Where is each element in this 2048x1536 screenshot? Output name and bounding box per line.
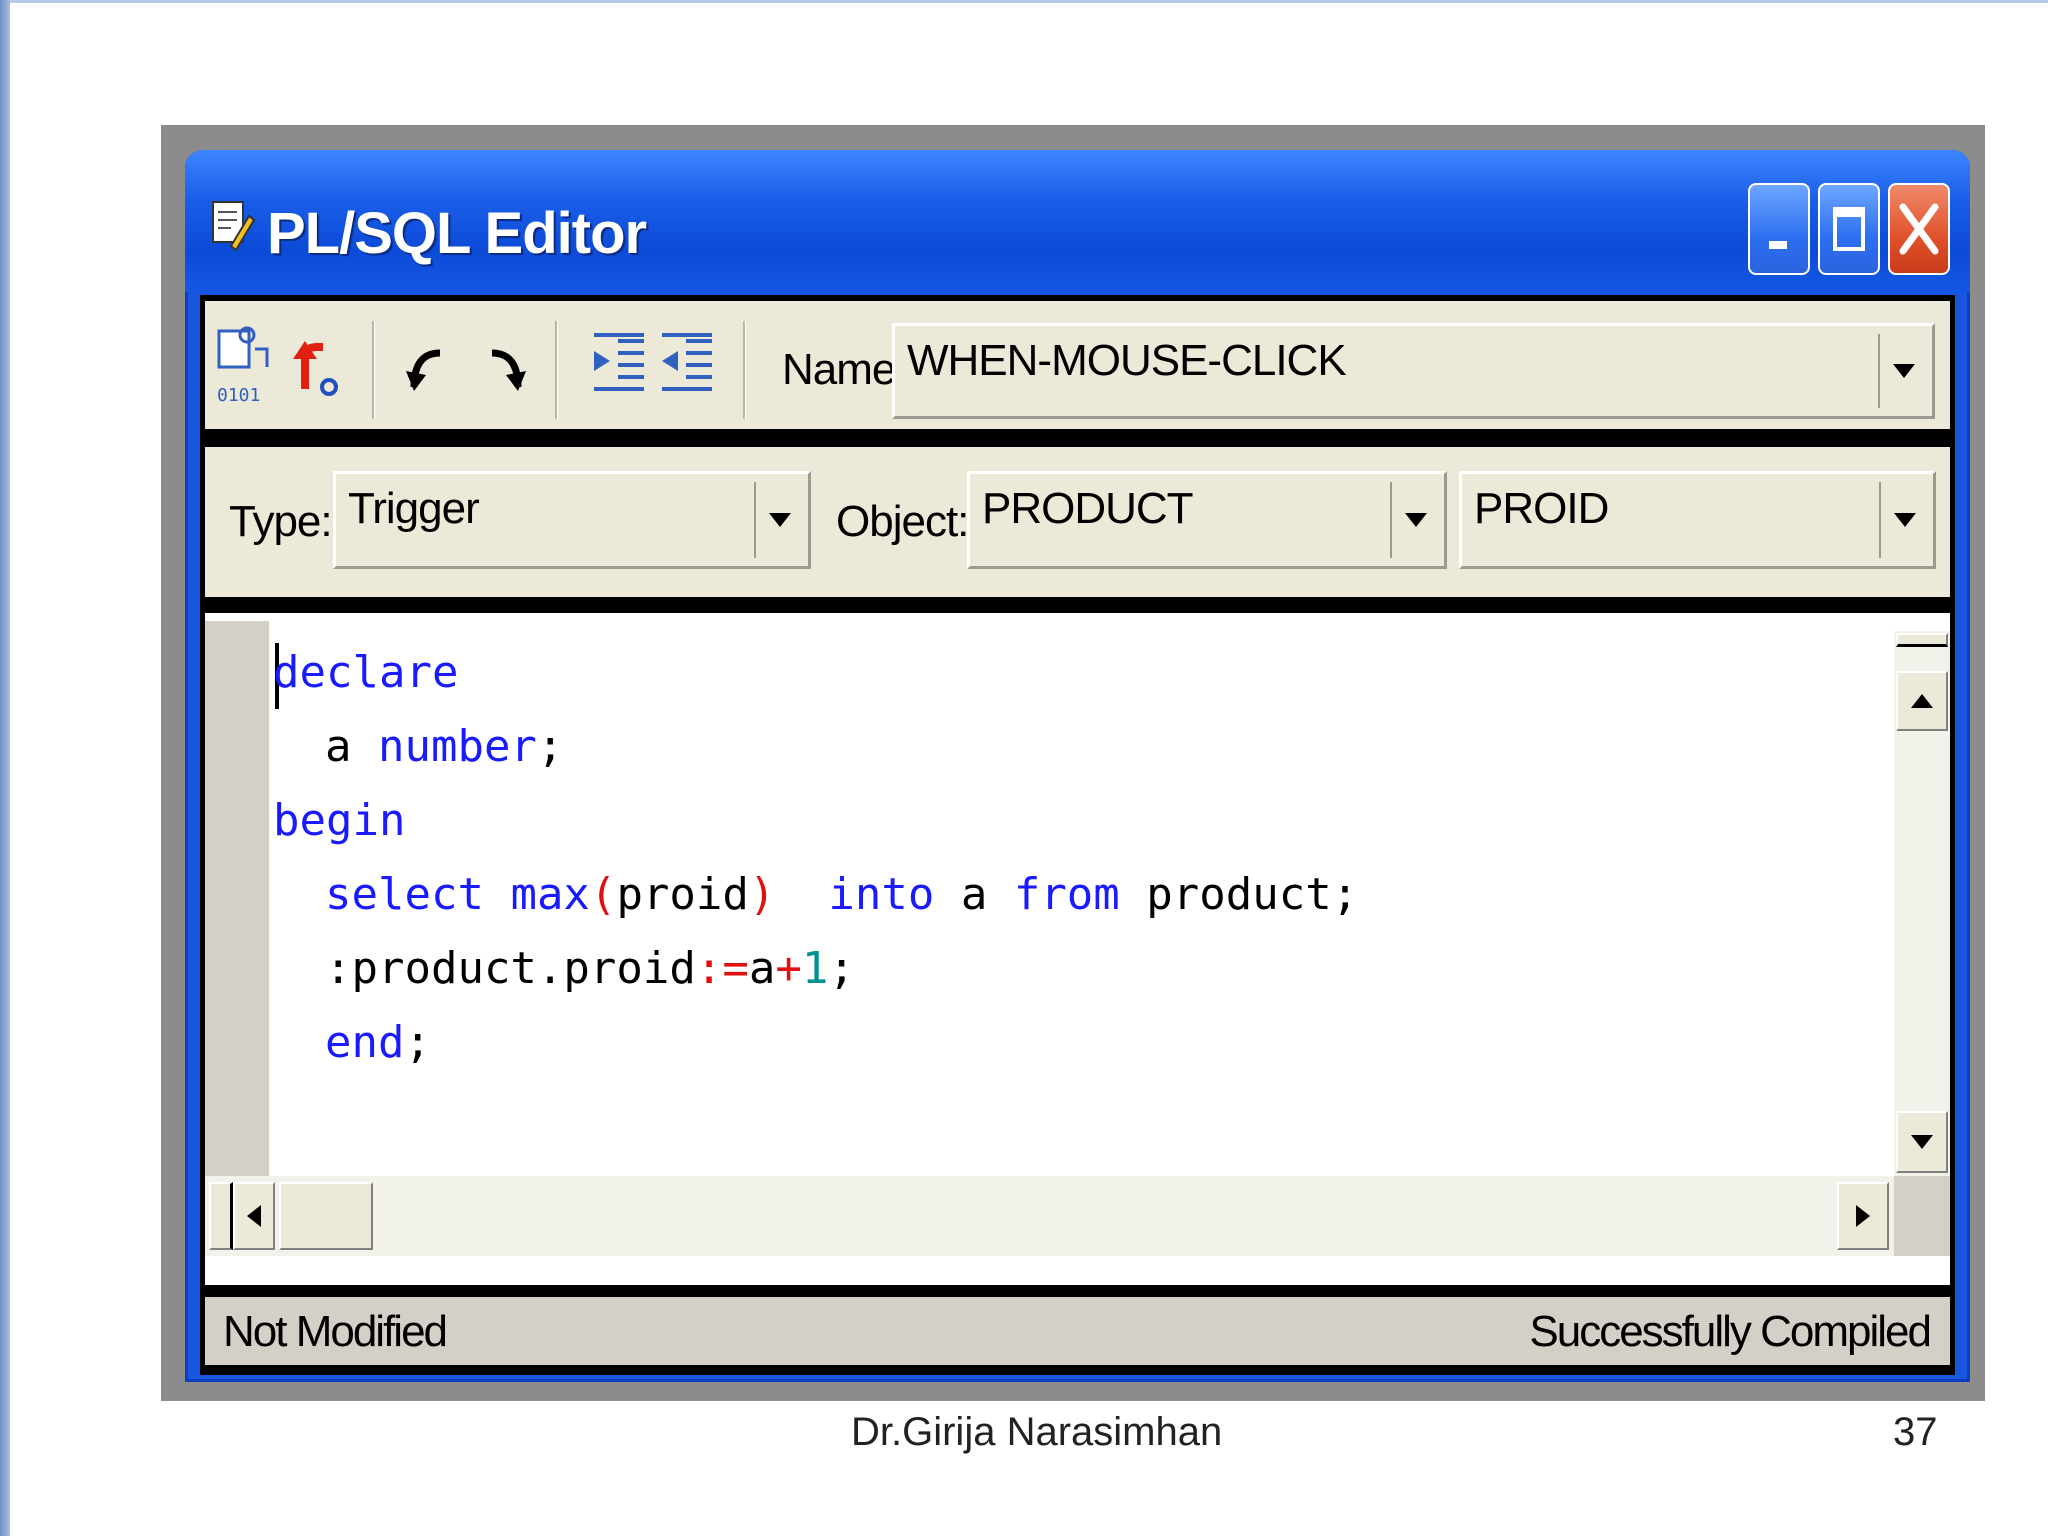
code-editor[interactable]: declare a number; begin select max(proid… <box>205 613 1950 1285</box>
svg-text:0101: 0101 <box>217 385 260 406</box>
close-button[interactable] <box>1888 183 1950 275</box>
window-title: PL/SQL Editor <box>267 201 647 266</box>
toolbar-separator <box>372 321 375 419</box>
item-dropdown[interactable]: PROID <box>1459 471 1936 569</box>
plsql-editor-window: PL/SQL Editor 0101 Name: WHEN-MOUSE-CLIC… <box>185 150 1970 1382</box>
slide-footer-author: Dr.Girija Narasimhan <box>851 1410 1223 1454</box>
type-dropdown-button[interactable] <box>754 482 804 558</box>
scroll-right-button[interactable] <box>1837 1182 1889 1250</box>
unindent-icon[interactable] <box>658 331 716 401</box>
slide-top-line <box>0 0 2048 3</box>
arrow-down-icon <box>1911 1135 1933 1149</box>
slide-page-number: 37 <box>1893 1410 1938 1454</box>
type-dropdown[interactable]: Trigger <box>333 471 811 569</box>
name-label: Name: <box>782 345 908 394</box>
editor-gutter <box>205 621 269 1176</box>
horizontal-scrollbar[interactable] <box>205 1176 1895 1256</box>
vertical-scrollbar[interactable] <box>1894 631 1950 1176</box>
code-line: a number; <box>325 721 564 772</box>
scroll-down-button[interactable] <box>1896 1111 1948 1173</box>
modified-status: Not Modified <box>223 1307 448 1356</box>
scroll-left-edge <box>209 1182 233 1250</box>
chevron-down-icon <box>769 513 791 527</box>
item-dropdown-button[interactable] <box>1879 482 1929 558</box>
minimize-icon <box>1769 241 1787 249</box>
toolbar-separator <box>743 321 746 419</box>
code-line: declare <box>273 647 459 698</box>
type-label: Type: <box>229 497 333 546</box>
redo-icon[interactable] <box>470 331 532 401</box>
minimize-button[interactable] <box>1748 183 1810 275</box>
run-icon[interactable] <box>283 329 345 405</box>
scroll-thumb[interactable] <box>1896 633 1948 647</box>
arrow-left-icon <box>247 1205 261 1227</box>
editor-icon <box>212 201 255 252</box>
status-bar: Not Modified Successfully Compiled <box>205 1297 1950 1365</box>
object-selector-bar: Type: Trigger Object: PRODUCT PROID <box>205 447 1950 597</box>
object-label: Object: <box>836 497 969 546</box>
code-line: :product.proid:=a+1; <box>325 943 855 994</box>
object-dropdown-button[interactable] <box>1390 482 1440 558</box>
name-dropdown[interactable]: WHEN-MOUSE-CLICK <box>892 323 1935 419</box>
toolbar: 0101 Name: WHEN-MOUSE-CLICK <box>205 301 1950 429</box>
type-value: Trigger <box>348 484 480 533</box>
code-text-area[interactable]: declare a number; begin select max(proid… <box>273 623 1890 1163</box>
code-line: begin <box>273 795 406 846</box>
maximize-icon <box>1833 207 1865 251</box>
scroll-left-button[interactable] <box>233 1182 275 1250</box>
arrow-up-icon <box>1911 694 1933 708</box>
chevron-down-icon <box>1405 513 1427 527</box>
window-client: 0101 Name: WHEN-MOUSE-CLICK Type: Trigge… <box>200 295 1955 1375</box>
arrow-right-icon <box>1856 1205 1870 1227</box>
indent-icon[interactable] <box>590 331 648 401</box>
title-bar[interactable]: PL/SQL Editor <box>185 150 1970 292</box>
code-line: end; <box>325 1017 431 1068</box>
compile-status: Successfully Compiled <box>1529 1307 1932 1356</box>
horizontal-scroll-thumb[interactable] <box>279 1182 373 1250</box>
close-icon <box>1899 203 1939 255</box>
chevron-down-icon <box>1893 364 1915 378</box>
scrollbar-corner <box>1894 1176 1950 1256</box>
chevron-down-icon <box>1894 513 1916 527</box>
maximize-button[interactable] <box>1818 183 1880 275</box>
object-value: PRODUCT <box>982 484 1194 533</box>
compile-icon[interactable]: 0101 <box>215 323 277 409</box>
item-value: PROID <box>1474 484 1609 533</box>
code-line: select max(proid) into a from product; <box>325 869 1359 920</box>
name-value: WHEN-MOUSE-CLICK <box>907 336 1347 385</box>
object-dropdown[interactable]: PRODUCT <box>967 471 1447 569</box>
toolbar-separator <box>555 321 558 419</box>
name-dropdown-button[interactable] <box>1878 334 1928 408</box>
scroll-up-button[interactable] <box>1896 671 1948 731</box>
slide-left-accent <box>0 0 10 1536</box>
undo-icon[interactable] <box>400 331 462 401</box>
